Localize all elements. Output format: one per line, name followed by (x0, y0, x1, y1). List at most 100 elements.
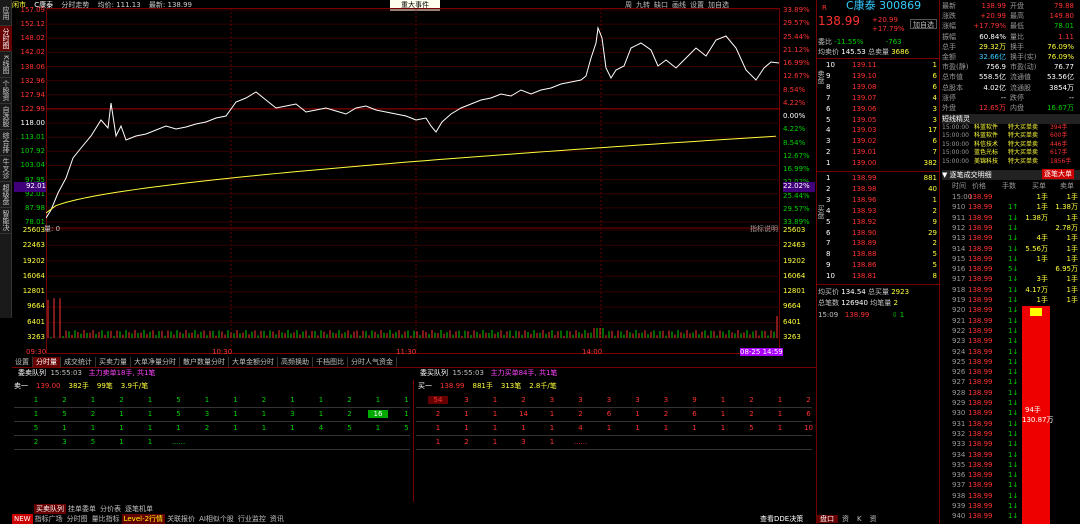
bottom-tab-5[interactable]: 关联报价 (165, 514, 197, 524)
radar-cell: 科蓝软件 (974, 124, 999, 131)
ask-volume: 6 (932, 71, 937, 80)
stat-2-2: 最低 (1010, 22, 1024, 31)
side-tab-7[interactable]: 超级盘口 (0, 182, 12, 208)
tick-cell: 1.38万 (1025, 213, 1048, 222)
tick-cell: 917 (952, 275, 966, 284)
side-tab-8[interactable]: 智能决策 (0, 208, 12, 234)
last-trade-row: 15:09 138.99 ⇩ 1 (818, 311, 905, 319)
y-right-label-14: 25.44% (783, 191, 810, 200)
sell-queue-cell: 1 (233, 424, 238, 432)
bid-volume: 5 (932, 250, 937, 259)
tick-cell: 936 (952, 471, 966, 480)
dde-decision-link[interactable]: 查看DDE决策 (760, 514, 803, 524)
buy-queue-cell: 1 (492, 424, 498, 432)
side-tab-3[interactable]: 个股资料 (0, 78, 12, 104)
bottom-tab2-1[interactable]: 挂单委单 (66, 504, 98, 514)
y-left-label-11: 103.04 (20, 161, 46, 170)
sell-queue-cell: 5 (90, 438, 96, 446)
avg-price-line (46, 135, 777, 214)
tick-cell: 138.99 (968, 378, 993, 387)
sell-queue-cell: 1 (119, 424, 124, 432)
intraday-chart[interactable] (46, 8, 780, 354)
bottom-tab-4[interactable]: Level-2行情 (121, 514, 166, 524)
y-right-label-8: 0.00% (783, 112, 806, 120)
sell-queue-head: 卖一 139.00 382手 99笔 3.9千/笔 (14, 381, 156, 391)
y-left-label-9: 113.01 (20, 133, 46, 142)
quote-bottom-tab-3[interactable]: 资 (866, 515, 881, 523)
vol-left-label-5: 9664 (27, 302, 45, 311)
quote-bottom-tab-0[interactable]: 盘口 (816, 515, 838, 523)
quote-bottom-tab-2[interactable]: K (853, 515, 866, 523)
buy-queue-cell: 1 (635, 410, 640, 418)
bottom-tab-3[interactable]: 量比指标 (90, 514, 122, 524)
buy-queue-cell: 3 (663, 396, 669, 404)
bottom-tab-0[interactable]: NEW (12, 514, 33, 524)
bid-price: 138.81 (852, 272, 877, 281)
side-tab-5[interactable]: 综合排名 (0, 130, 12, 156)
bottom-tab-7[interactable]: 行业监控 (236, 514, 268, 524)
side-tab-6[interactable]: 牛叉诊股 (0, 156, 12, 182)
y-right-label-2: 25.44% (783, 32, 810, 41)
side-tab-1[interactable]: 分时图 (0, 26, 12, 52)
tick-cell: 1↓ (1008, 326, 1019, 335)
bottom-tabs: 买卖队列 挂单委单 分价表 逐笔机单 NEW 指标广场 分时图 量比指标 Level-2行情 关联… (12, 504, 816, 524)
tick-cell: 138.99 (968, 296, 993, 304)
indicator-help-link[interactable]: 指标说明 (750, 224, 778, 234)
tick-cell: 138.99 (968, 429, 993, 438)
bottom-tab2-2[interactable]: 分价表 (98, 504, 123, 514)
stat-1-3: 149.80 (1049, 12, 1075, 21)
side-tab-2[interactable]: K线图 (0, 52, 12, 78)
big-order-button[interactable]: 逐笔大单 (1042, 169, 1074, 179)
bid-level: 2 (826, 184, 831, 193)
buy-queue-cell: 1 (549, 438, 555, 446)
book-divider (816, 171, 940, 172)
vol-right-label-5: 9664 (783, 302, 801, 311)
buy-queue-cell: 3 (635, 396, 640, 404)
stat-3-3: 1.11 (1058, 32, 1074, 41)
y-right-label-5: 12.67% (783, 72, 810, 81)
y-right-label-7: 4.22% (783, 98, 806, 107)
add-watchlist-button[interactable]: 加自选 (910, 19, 937, 29)
tick-cell: 138.99 (968, 326, 993, 335)
sell-queue-cell: 5 (33, 424, 39, 432)
bottom-tab2-0[interactable]: 买卖队列 (34, 504, 66, 514)
side-tab-0[interactable]: 应用 (0, 0, 12, 26)
tick-cell: 1手 (1066, 234, 1078, 243)
ask-price: 139.06 (852, 104, 877, 113)
bottom-tabs-row1: 买卖队列 挂单委单 分价表 逐笔机单 (12, 504, 816, 514)
sell-queue-cell: 1 (90, 396, 96, 404)
tick-cell: 138.99 (968, 285, 993, 294)
tick-cell: 1↓ (1008, 285, 1019, 294)
radar-cell: 特大买单卖 (1008, 124, 1039, 131)
stat-7-3: 53.56亿 (1046, 73, 1074, 82)
bottom-tab-8[interactable]: 资讯 (268, 514, 286, 524)
bottom-tab-6[interactable]: AI相似个股 (197, 514, 236, 524)
ask-level: 5 (826, 115, 831, 124)
y-left-label-10: 107.92 (20, 147, 46, 156)
sell-queue-cell: 2 (347, 410, 352, 418)
y-left-label-15: 78.01 (24, 218, 45, 226)
buy-queue-head: 买一 138.99 881手 313笔 2.8千/笔 (418, 381, 565, 391)
sell-queue-cell: 2 (62, 396, 67, 404)
y-right-label-9: 4.22% (783, 125, 806, 134)
sell-queue-cell: 2 (347, 396, 352, 404)
vol-left-label-2: 19202 (22, 256, 45, 265)
quote-bottom-tab-1[interactable]: 资 (838, 515, 853, 523)
bid-price: 138.88 (852, 250, 877, 259)
bottom-tab-2[interactable]: 分时图 (65, 514, 90, 524)
buy-queue-cell: 3 (606, 396, 612, 404)
tick-cell: 138.99 (968, 223, 993, 232)
buy-queue-head-2: 881手 (472, 382, 493, 390)
radar-cell: 特大买单卖 (1008, 157, 1039, 165)
ask-level: 9 (826, 71, 831, 80)
bottom-tab2-3[interactable]: 逐笔机单 (123, 504, 155, 514)
tick-cell: 138.99 (968, 409, 993, 418)
stat-0-0: 最新 (942, 2, 956, 10)
bottom-tab-1[interactable]: 指标广场 (33, 514, 65, 524)
sell-queue-cell: 2 (119, 396, 124, 404)
tick-cell: 1手 (1066, 254, 1078, 263)
side-tab-4[interactable]: 自选股 (0, 104, 12, 130)
sell-queue-title: 委卖队列 15:55:03 主力卖单18手, 共1笔 (18, 369, 156, 377)
stat-6-1: 756.9 (985, 63, 1006, 72)
tick-cell: 921 (952, 316, 966, 325)
